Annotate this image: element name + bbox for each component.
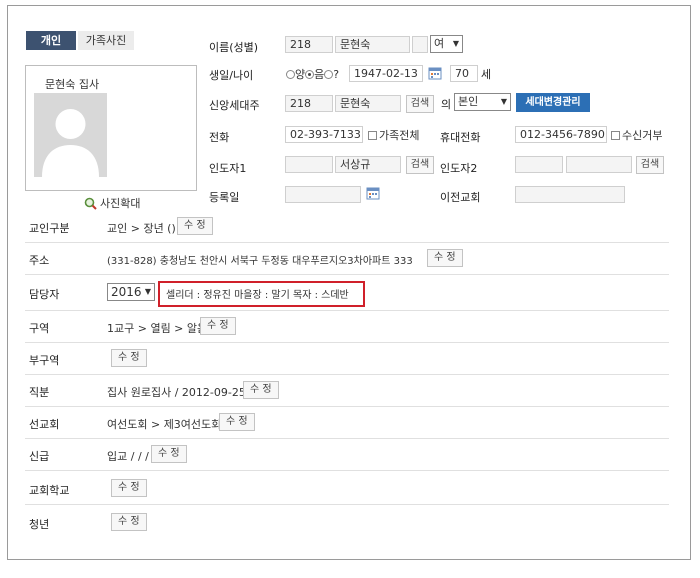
position-value: 집사 원로집사 / 2012-09-25 / [107, 386, 254, 399]
address-label: 주소 [29, 254, 50, 267]
checkbox-box [611, 131, 620, 140]
avatar[interactable] [34, 93, 107, 177]
name-field[interactable]: 문현숙 [335, 36, 410, 53]
position-label: 직분 [29, 386, 50, 399]
relation-value: 본인 [458, 95, 479, 108]
manager-year-select[interactable]: 2016 ▼ [107, 283, 155, 301]
person-silhouette-icon [34, 93, 107, 177]
row-school: 교회학교 수 정 [25, 473, 669, 505]
row-sub-district: 부구역 수 정 [25, 343, 669, 375]
age-field[interactable]: 70 [450, 65, 478, 82]
birth-label: 생일/나이 [209, 69, 254, 82]
chevron-down-icon: ▼ [144, 287, 151, 296]
name-label: 이름(성별) [209, 41, 259, 54]
birth-date-field[interactable]: 1947-02-13 [349, 65, 423, 82]
gender-value: 여 [434, 37, 445, 50]
radio-unknown[interactable] [324, 70, 334, 79]
photo-zoom-link[interactable]: 사진확대 [84, 195, 140, 211]
household-head-code-field[interactable]: 218 [285, 95, 333, 112]
chevron-down-icon: ▼ [452, 39, 459, 48]
sub-district-label: 부구역 [29, 354, 60, 367]
relation-select[interactable]: 본인 ▼ [454, 93, 511, 111]
member-type-value: 교인 > 장년 () [107, 222, 176, 235]
guide1-search-button[interactable]: 검색 [406, 156, 434, 174]
guide1-code-field[interactable] [285, 156, 333, 173]
radio-lunar-label: 음 [314, 68, 325, 81]
mission-value: 여선도회 > 제3여선도회 [107, 418, 222, 431]
prev-church-label: 이전교회 [440, 191, 481, 204]
reject-label: 수신거부 [622, 129, 663, 142]
member-type-edit-button[interactable]: 수 정 [177, 217, 213, 235]
row-district: 구역 1교구 > 열림 > 알음 수 정 [25, 311, 669, 343]
name-extra-field[interactable] [412, 36, 428, 53]
guide1-name-field[interactable]: 서상규 [335, 156, 401, 173]
radio-solar-label: 양 [295, 68, 306, 81]
address-value: (331-828) 충청남도 천안시 서북구 두정동 대우푸르지오3차아파트 3… [107, 256, 413, 267]
row-youth: 청년 수 정 [25, 507, 669, 539]
chevron-down-icon: ▼ [500, 97, 507, 106]
mission-label: 선교회 [29, 418, 60, 431]
family-all-label: 가족전체 [379, 129, 420, 142]
youth-label: 청년 [29, 518, 50, 531]
household-change-button[interactable]: 세대변경관리 [516, 93, 590, 112]
manager-label: 담당자 [29, 288, 60, 301]
checkbox-box [368, 131, 377, 140]
calendar-icon[interactable] [428, 66, 442, 83]
radio-unknown-label: ? [333, 68, 340, 81]
district-edit-button[interactable]: 수 정 [200, 317, 236, 335]
radio-lunar[interactable] [305, 70, 315, 79]
school-label: 교회학교 [29, 484, 70, 497]
relation-prefix: 의 [441, 98, 452, 111]
household-head-label: 신앙세대주 [209, 99, 260, 112]
reject-checkbox[interactable]: 수신거부 [611, 127, 662, 143]
faith-level-value: 입교 / / / [107, 450, 149, 463]
manager-year-value: 2016 [111, 285, 142, 299]
photo-title: 문현숙 집사 [45, 78, 100, 91]
phone-label: 전화 [209, 131, 230, 144]
guide2-code-field[interactable] [515, 156, 563, 173]
household-head-name-field[interactable]: 문현숙 [335, 95, 401, 112]
school-edit-button[interactable]: 수 정 [111, 479, 147, 497]
registration-date-label: 등록일 [209, 191, 240, 204]
tab-personal[interactable]: 개인 [26, 31, 76, 50]
calendar-type-radios: 양 음? [286, 66, 339, 82]
faith-level-label: 신급 [29, 450, 50, 463]
magnifier-icon [84, 197, 97, 210]
age-unit: 세 [481, 68, 492, 81]
guide2-name-field[interactable] [566, 156, 632, 173]
registration-date-field[interactable] [285, 186, 361, 203]
mobile-field[interactable]: 012-3456-7890 [515, 126, 607, 143]
position-edit-button[interactable]: 수 정 [243, 381, 279, 399]
family-all-checkbox[interactable]: 가족전체 [368, 127, 419, 143]
member-type-label: 교인구분 [29, 222, 70, 235]
phone-field[interactable]: 02-393-7133 [285, 126, 363, 143]
row-member-type: 교인구분 교인 > 장년 () 수 정 [25, 211, 669, 243]
photo-zoom-label: 사진확대 [100, 197, 141, 210]
tab-family-photo[interactable]: 가족사진 [78, 31, 134, 50]
gender-select[interactable]: 여 ▼ [430, 35, 463, 53]
faith-level-edit-button[interactable]: 수 정 [151, 445, 187, 463]
address-edit-button[interactable]: 수 정 [427, 249, 463, 267]
row-position: 직분 집사 원로집사 / 2012-09-25 / 수 정 [25, 375, 669, 407]
guide2-label: 인도자2 [440, 162, 478, 175]
district-value: 1교구 > 열림 > 알음 [107, 322, 208, 335]
radio-solar[interactable] [286, 70, 295, 79]
row-mission: 선교회 여선도회 > 제3여선도회 수 정 [25, 407, 669, 439]
mobile-label: 휴대전화 [440, 131, 481, 144]
name-code-field[interactable]: 218 [285, 36, 333, 53]
household-search-button[interactable]: 검색 [406, 95, 434, 113]
youth-edit-button[interactable]: 수 정 [111, 513, 147, 531]
photo-box: 문현숙 집사 [25, 65, 197, 191]
guide2-search-button[interactable]: 검색 [636, 156, 664, 174]
sub-district-edit-button[interactable]: 수 정 [111, 349, 147, 367]
district-label: 구역 [29, 322, 50, 335]
row-faith-level: 신급 입교 / / / 수 정 [25, 439, 669, 471]
manager-highlight-box [158, 281, 365, 307]
prev-church-field[interactable] [515, 186, 625, 203]
guide1-label: 인도자1 [209, 162, 247, 175]
mission-edit-button[interactable]: 수 정 [219, 413, 255, 431]
calendar-icon[interactable] [366, 186, 380, 203]
row-address: 주소 (331-828) 충청남도 천안시 서북구 두정동 대우푸르지오3차아파… [25, 243, 669, 275]
